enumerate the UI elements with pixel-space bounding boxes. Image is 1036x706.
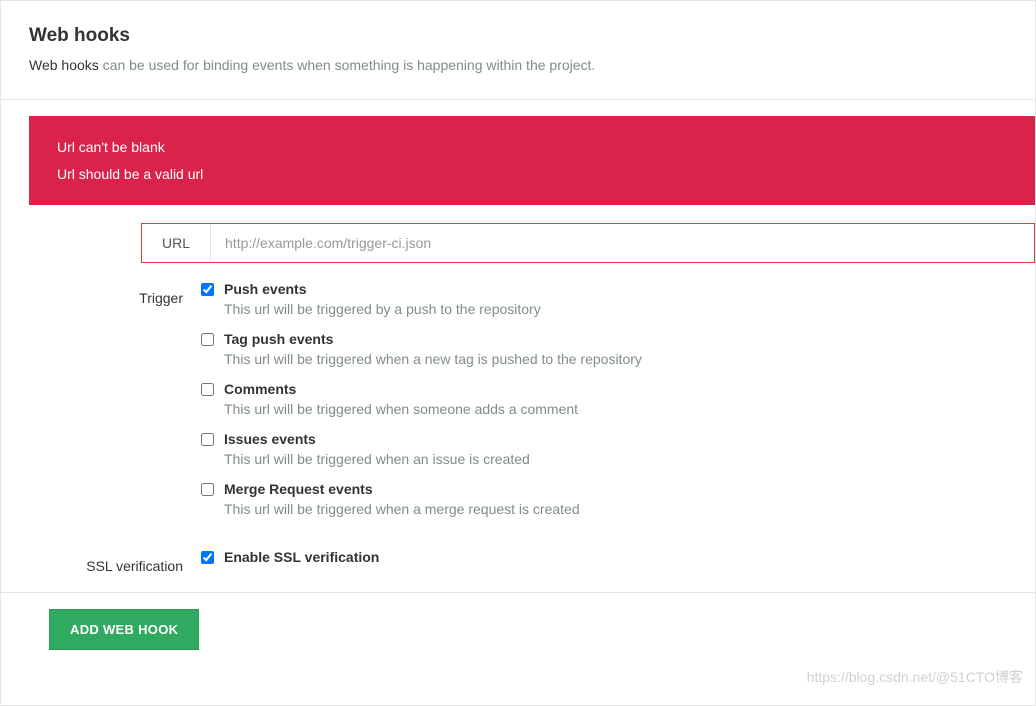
trigger-hint: This url will be triggered when a new ta… xyxy=(224,351,1035,367)
trigger-group: Push events This url will be triggered b… xyxy=(201,281,1035,531)
trigger-label: Tag push events xyxy=(224,331,333,347)
ssl-verification-toggle[interactable]: Enable SSL verification xyxy=(201,549,1035,565)
ssl-label: Enable SSL verification xyxy=(224,549,379,565)
checkbox-merge-request-events[interactable] xyxy=(201,483,214,496)
trigger-item: Push events This url will be triggered b… xyxy=(201,281,1035,317)
trigger-merge-request-events[interactable]: Merge Request events xyxy=(201,481,1035,497)
url-input[interactable] xyxy=(211,224,1034,262)
divider xyxy=(1,99,1035,100)
trigger-issues-events[interactable]: Issues events xyxy=(201,431,1035,447)
trigger-item: Tag push events This url will be trigger… xyxy=(201,331,1035,367)
checkbox-comments[interactable] xyxy=(201,383,214,396)
page-subtitle: Web hooks can be used for binding events… xyxy=(29,57,1007,73)
trigger-tag-push-events[interactable]: Tag push events xyxy=(201,331,1035,347)
trigger-item: Comments This url will be triggered when… xyxy=(201,381,1035,417)
url-input-group: URL xyxy=(141,223,1035,263)
trigger-push-events[interactable]: Push events xyxy=(201,281,1035,297)
ssl-item: Enable SSL verification xyxy=(201,549,1035,565)
checkbox-tag-push-events[interactable] xyxy=(201,333,214,346)
trigger-comments[interactable]: Comments xyxy=(201,381,1035,397)
trigger-hint: This url will be triggered when an issue… xyxy=(224,451,1035,467)
error-line: Url should be a valid url xyxy=(57,161,1007,188)
trigger-row-label: Trigger xyxy=(1,281,201,306)
watermark: https://blog.csdn.net/@51CTO博客 xyxy=(807,667,1023,687)
ssl-row-label: SSL verification xyxy=(1,549,201,574)
error-line: Url can't be blank xyxy=(57,134,1007,161)
error-alert: Url can't be blank Url should be a valid… xyxy=(29,116,1035,205)
url-prefix-label: URL xyxy=(142,224,211,262)
subtitle-strong: Web hooks xyxy=(29,57,99,73)
checkbox-push-events[interactable] xyxy=(201,283,214,296)
trigger-item: Issues events This url will be triggered… xyxy=(201,431,1035,467)
trigger-item: Merge Request events This url will be tr… xyxy=(201,481,1035,517)
trigger-label: Issues events xyxy=(224,431,316,447)
trigger-hint: This url will be triggered when a merge … xyxy=(224,501,1035,517)
add-web-hook-button[interactable]: Add Web Hook xyxy=(49,609,199,650)
checkbox-ssl-verification[interactable] xyxy=(201,551,214,564)
trigger-label: Merge Request events xyxy=(224,481,373,497)
trigger-hint: This url will be triggered when someone … xyxy=(224,401,1035,417)
trigger-label: Push events xyxy=(224,281,306,297)
subtitle-rest: can be used for binding events when some… xyxy=(99,57,596,73)
trigger-hint: This url will be triggered by a push to … xyxy=(224,301,1035,317)
page-title: Web hooks xyxy=(29,25,1007,47)
checkbox-issues-events[interactable] xyxy=(201,433,214,446)
trigger-label: Comments xyxy=(224,381,296,397)
